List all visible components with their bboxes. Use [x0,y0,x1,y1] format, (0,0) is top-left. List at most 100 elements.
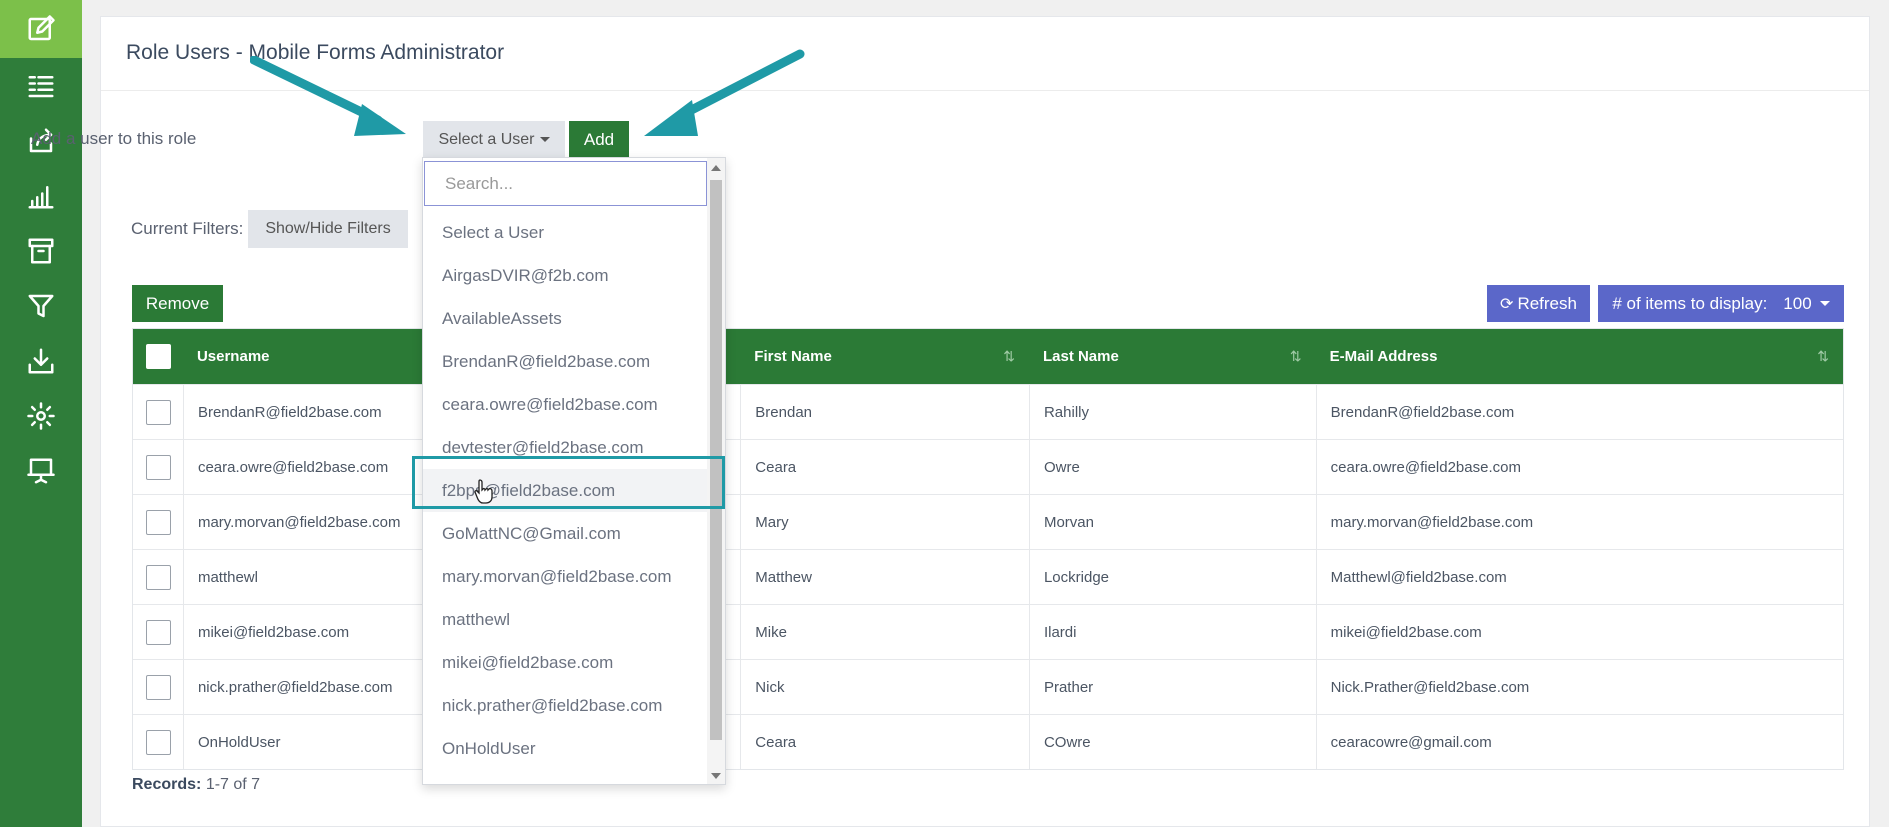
filter-icon [28,294,54,317]
table-row[interactable]: ceara.owre@field2base.com Ceara Owre ceara.… [133,439,1843,494]
cell-first-name: Ceara [740,440,1029,494]
items-per-page-label: # of items to display: [1612,293,1768,313]
sort-icon: ⇅ [1003,348,1015,364]
row-checkbox-cell [133,660,183,714]
archive-icon [28,238,54,263]
presentation-icon [27,458,55,483]
sidebar-item-reports[interactable] [0,168,82,223]
edit-icon [28,15,55,41]
sidebar-nav [0,0,82,827]
user-option[interactable]: GoMattNC@Gmail.com [423,512,707,555]
sidebar-item-forms[interactable] [0,0,82,58]
column-email[interactable]: E-Mail Address ⇅ [1316,329,1843,384]
select-all-cell [133,329,183,384]
cell-last-name: Owre [1028,440,1316,494]
annotation-arrow-right [644,49,805,136]
caret-down-icon [1819,301,1830,306]
table-row[interactable]: mikei@field2base.com Mike Ilardi mikei@fiel… [133,604,1843,659]
add-button[interactable]: Add [569,121,629,158]
row-checkbox[interactable] [146,674,171,700]
cell-email: Nick.Prather@field2base.com [1315,660,1843,714]
cell-email: mary.morvan@field2base.com [1315,495,1843,549]
table-row[interactable]: nick.prather@field2base.com Nick Prather Ni… [133,659,1843,714]
row-checkbox-cell [133,550,183,604]
sidebar-item-settings[interactable] [0,388,82,443]
cell-last-name: COwre [1028,715,1316,769]
row-checkbox[interactable] [146,454,171,480]
sidebar-item-list[interactable] [0,58,82,113]
scroll-down-icon[interactable] [711,773,721,779]
row-checkbox-cell [133,605,183,659]
select-user-label: Select a User [438,130,535,148]
cell-first-name: Ceara [740,715,1029,769]
user-option[interactable]: BrendanR@field2base.com [423,340,707,383]
cell-first-name: Brendan [740,385,1029,439]
cell-last-name: Prather [1028,660,1316,714]
gear-icon [27,401,55,430]
table-row[interactable]: BrendanR@field2base.com Brendan Rahilly Bre… [133,384,1843,439]
cell-first-name: Matthew [740,550,1029,604]
row-checkbox[interactable] [146,729,171,755]
cell-email: BrendanR@field2base.com [1315,385,1843,439]
items-per-page-dropdown[interactable]: # of items to display: 100 [1598,285,1844,322]
cell-email: Matthewl@field2base.com [1315,550,1843,604]
user-option[interactable]: Select a User [423,211,707,254]
hand-cursor-icon [474,479,493,504]
column-last-name[interactable]: Last Name ⇅ [1029,329,1316,384]
remove-button[interactable]: Remove [132,285,223,322]
refresh-button[interactable]: ⟳ Refresh [1487,285,1590,322]
sort-icon: ⇅ [1289,348,1302,364]
user-option[interactable]: OnHoldUser [423,727,707,770]
sort-icon: ⇅ [1817,348,1830,364]
select-all-checkbox[interactable] [146,344,171,369]
highlight-box [412,456,725,509]
column-first-name[interactable]: First Name ⇅ [740,329,1029,384]
table-body: BrendanR@field2base.com Brendan Rahilly Bre… [133,384,1843,769]
records-count: Records: 1-7 of 7 [132,776,261,793]
cell-last-name: Rahilly [1028,385,1316,439]
sidebar-item-filter[interactable] [0,278,82,333]
sidebar-item-present[interactable] [0,443,82,498]
table-header: Username First Name ⇅ Last Name ⇅ E-Mail A… [133,329,1843,384]
annotation-arrow-left [250,56,406,136]
user-option[interactable]: nick.prather@field2base.com [423,684,707,727]
user-option[interactable]: mary.morvan@field2base.com [423,555,707,598]
user-option[interactable]: PFISysClient [423,770,707,785]
row-checkbox-cell [133,715,183,769]
cell-first-name: Mary [740,495,1029,549]
cell-email: cearacowre@gmail.com [1315,715,1843,769]
cell-email: ceara.owre@field2base.com [1315,440,1843,494]
caret-down-icon [539,137,550,142]
list-icon [28,75,54,97]
user-option[interactable]: ceara.owre@field2base.com [423,383,707,426]
user-option[interactable]: AirgasDVIR@f2b.com [423,254,707,297]
user-option[interactable]: AvailableAssets [423,297,707,340]
row-checkbox-cell [133,440,183,494]
sidebar-item-archive[interactable] [0,223,82,278]
cell-last-name: Ilardi [1028,605,1316,659]
download-icon [28,348,54,373]
search-input[interactable] [424,161,707,206]
row-checkbox[interactable] [146,619,171,645]
show-hide-filters-button[interactable]: Show/Hide Filters [248,210,408,248]
scroll-up-icon[interactable] [711,165,721,171]
items-per-page-value: 100 [1783,293,1812,313]
user-option[interactable]: matthewl [423,598,707,641]
cell-first-name: Nick [740,660,1029,714]
user-option[interactable]: mikei@field2base.com [423,641,707,684]
users-table: Username First Name ⇅ Last Name ⇅ E-Mail A… [132,328,1844,770]
table-row[interactable]: matthewl Matthew Lockridge Matthewl@field2b… [133,549,1843,604]
sidebar-item-download[interactable] [0,333,82,388]
select-user-dropdown[interactable]: Select a User [423,121,565,158]
cell-email: mikei@field2base.com [1315,605,1843,659]
row-checkbox[interactable] [146,399,171,425]
table-row[interactable]: OnHoldUser Ceara COwre cearacowre@gmail.com [133,714,1843,769]
current-filters-label: Current Filters: [131,219,244,238]
row-checkbox[interactable] [146,564,171,590]
cell-first-name: Mike [740,605,1029,659]
row-checkbox-cell [133,385,183,439]
add-user-label: Add a user to this role [31,129,197,148]
cell-last-name: Lockridge [1028,550,1316,604]
row-checkbox[interactable] [146,509,171,535]
table-row[interactable]: mary.morvan@field2base.com Mary Morvan mary… [133,494,1843,549]
